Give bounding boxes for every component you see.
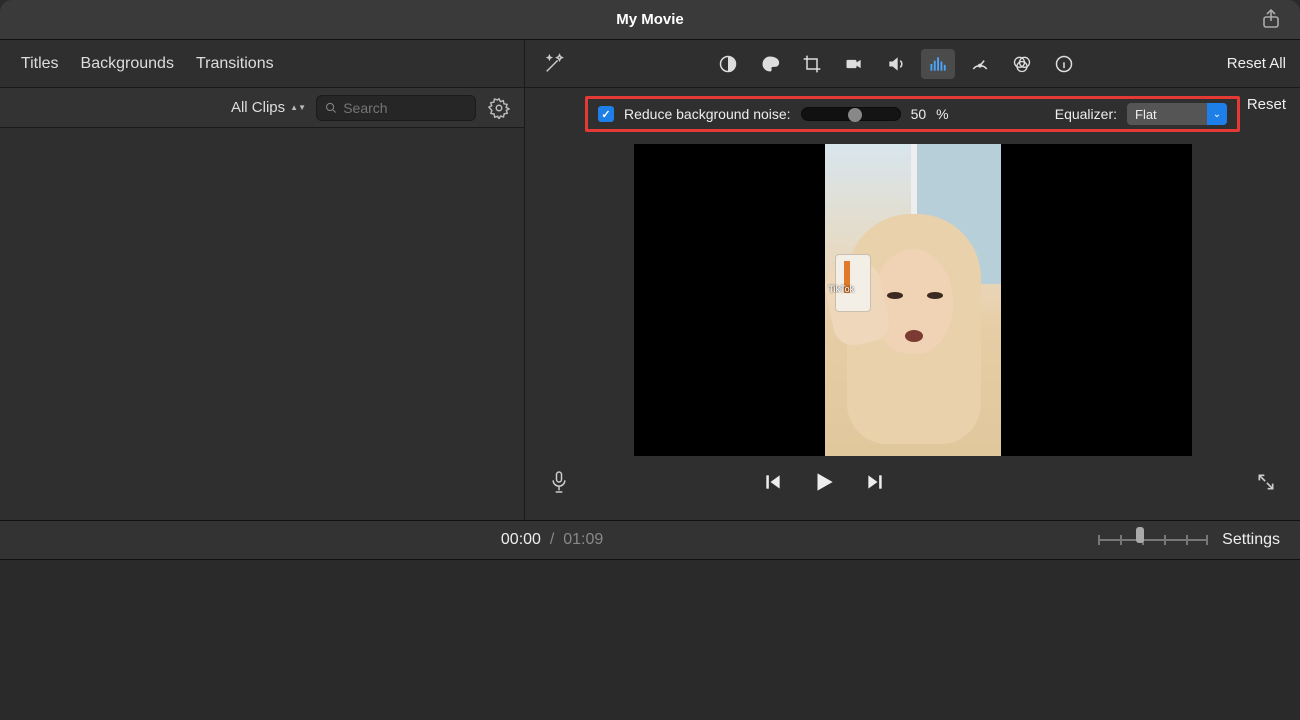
color-correction-tab[interactable] [753,49,787,79]
search-icon [325,101,337,115]
zoom-slider[interactable] [1098,534,1208,546]
inspector-tabs [711,49,1081,79]
fullscreen-button[interactable] [1256,472,1276,492]
speedometer-icon [970,54,990,74]
noise-eq-tab[interactable] [921,49,955,79]
transport-controls [525,456,1300,508]
noise-slider[interactable] [801,107,901,121]
microphone-icon [549,470,569,494]
tab-backgrounds[interactable]: Backgrounds [81,55,174,73]
share-button[interactable] [1262,9,1280,29]
overlap-circles-icon [1012,54,1032,74]
expand-icon [1256,472,1276,492]
browser-settings-button[interactable] [486,95,512,121]
color-balance-tab[interactable] [711,49,745,79]
clips-filter-dropdown[interactable]: All Clips ▲▼ [231,99,306,116]
browser-tabs: o Titles Backgrounds Transitions [0,40,524,88]
stepper-icon: ▲▼ [290,105,306,111]
noise-value: 50 [911,106,927,122]
equalizer-label: Equalizer: [1055,106,1117,122]
browser-filter-row: All Clips ▲▼ [0,88,524,128]
zoom-handle[interactable] [1136,527,1144,543]
wand-icon [543,53,565,75]
filter-tab[interactable] [1005,49,1039,79]
info-tab[interactable] [1047,49,1081,79]
enhance-button[interactable] [543,53,565,75]
speaker-icon [886,54,906,74]
duration: 01:09 [563,531,603,548]
contrast-icon [718,54,738,74]
clips-filter-label: All Clips [231,99,285,116]
timeline-status-bar: 00:00 / 01:09 Settings [0,520,1300,560]
titlebar: My Movie [0,0,1300,40]
crop-tab[interactable] [795,49,829,79]
reset-button[interactable]: Reset [1247,96,1286,113]
equalizer-value: Flat [1127,107,1207,122]
equalizer-dropdown[interactable]: Flat ⌄ [1127,103,1227,125]
video-frame: TikTok [825,144,1001,456]
stabilization-tab[interactable] [837,49,871,79]
noise-checkbox[interactable]: ✓ [598,106,614,122]
timecode: 00:00 / 01:09 [501,531,603,549]
play-button[interactable] [811,469,837,495]
preview-viewer: TikTok [634,144,1192,456]
prev-button[interactable] [763,472,783,492]
gear-icon [488,97,510,119]
crop-icon [802,54,822,74]
speed-tab[interactable] [963,49,997,79]
viewer-pane: Reset All ✓ Reduce background noise: 50 … [525,40,1300,520]
skip-forward-icon [865,472,885,492]
reset-all-button[interactable]: Reset All [1227,55,1286,72]
info-icon [1054,54,1074,74]
noise-unit: % [936,106,948,122]
slider-thumb[interactable] [848,108,862,122]
skip-back-icon [763,472,783,492]
equalizer-icon [928,54,948,74]
voiceover-button[interactable] [549,470,569,494]
chevron-down-icon: ⌄ [1207,103,1227,125]
timeline-settings-button[interactable]: Settings [1222,531,1280,549]
play-icon [811,469,837,495]
watermark-text: TikTok [829,284,855,294]
current-time: 00:00 [501,531,541,548]
project-title: My Movie [616,11,684,28]
volume-tab[interactable] [879,49,913,79]
noise-label: Reduce background noise: [624,106,791,122]
camera-icon [844,54,864,74]
search-input[interactable] [343,100,467,116]
tab-transitions[interactable]: Transitions [196,55,274,73]
search-input-wrap[interactable] [316,95,476,121]
media-browser: o Titles Backgrounds Transitions All Cli… [0,40,525,520]
palette-icon [760,54,780,74]
next-button[interactable] [865,472,885,492]
tab-titles[interactable]: Titles [21,55,59,73]
noise-reduction-panel: ✓ Reduce background noise: 50 % Equalize… [585,96,1240,132]
inspector-toolbar: Reset All [525,40,1300,88]
